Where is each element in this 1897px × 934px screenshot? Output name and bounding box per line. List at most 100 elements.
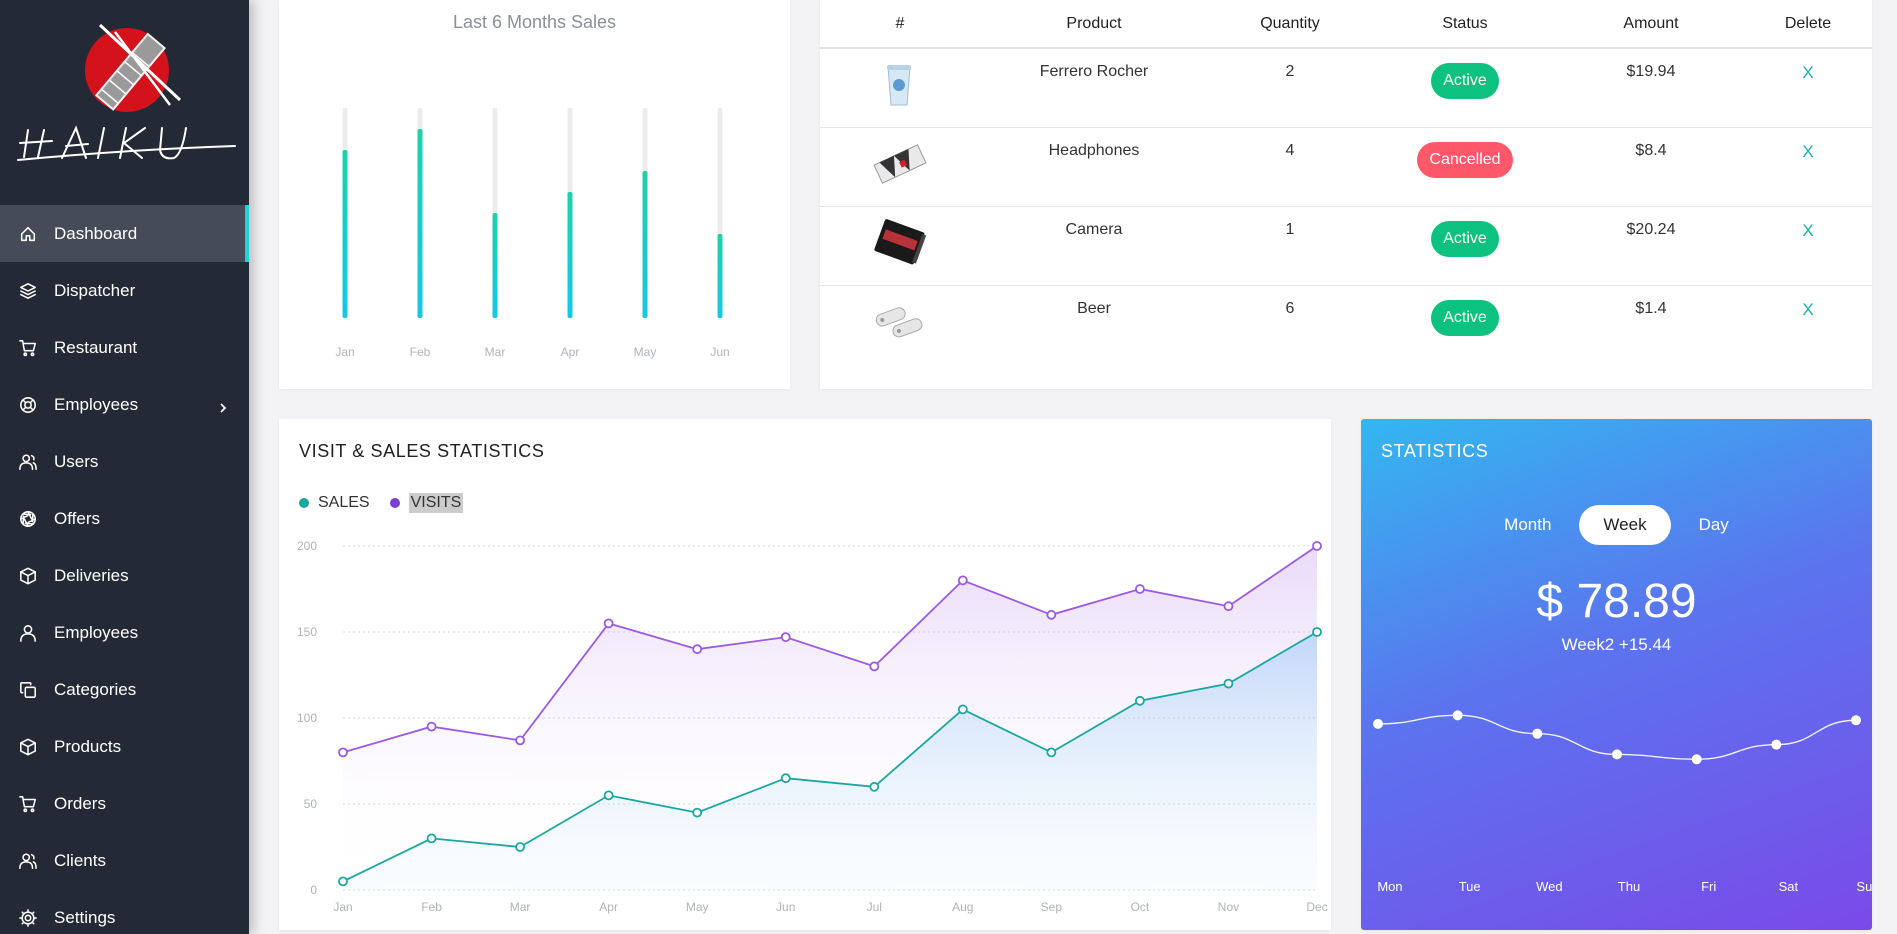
point-sales[interactable]	[515, 842, 525, 852]
cell-thumbnail	[820, 48, 980, 128]
sidebar-item-label: Employees	[54, 622, 139, 642]
status-badge: Active	[1431, 63, 1499, 99]
point-sales[interactable]	[426, 833, 437, 844]
haiku-logo[interactable]	[0, 0, 249, 205]
sidebar-item-restaurant[interactable]: Restaurant	[0, 319, 249, 376]
cell-product: Ferrero Rocher	[980, 48, 1208, 128]
statistics-point[interactable]	[1691, 754, 1702, 765]
layers-icon	[18, 281, 38, 301]
visits-card: VISIT & SALES STATISTICS SALES VISITS 05…	[279, 419, 1331, 930]
point-sales[interactable]	[780, 773, 791, 784]
aperture-icon	[18, 509, 38, 529]
point-visits[interactable]	[692, 644, 703, 655]
point-visits[interactable]	[869, 661, 880, 672]
cell-delete: X	[1744, 206, 1872, 286]
statistics-point[interactable]	[1452, 710, 1463, 721]
bar[interactable]	[642, 171, 648, 318]
sales-bar-chart: Jan Feb Mar Apr May Jun	[335, 108, 730, 359]
cell-status: Active	[1372, 206, 1558, 286]
point-visits[interactable]	[780, 632, 791, 643]
point-sales[interactable]	[1046, 747, 1057, 758]
point-sales[interactable]	[957, 704, 968, 715]
delete-button[interactable]: X	[1802, 142, 1813, 161]
delete-button[interactable]: X	[1802, 300, 1813, 319]
statistics-point[interactable]	[1373, 718, 1383, 729]
point-visits[interactable]	[957, 575, 968, 586]
sidebar-item-products[interactable]: Products	[0, 718, 249, 775]
x-tick-label: Aug	[952, 900, 973, 914]
gear-icon	[18, 908, 38, 928]
cell-amount: $1.4	[1635, 299, 1667, 317]
x-tick-label: Dec	[1306, 900, 1327, 914]
user-icon	[18, 623, 38, 643]
point-sales[interactable]	[603, 790, 614, 801]
point-visits[interactable]	[1312, 541, 1322, 551]
x-tick-label: May	[634, 345, 657, 359]
users-icon	[18, 452, 38, 472]
delete-button[interactable]: X	[1802, 221, 1813, 240]
cell-thumbnail	[820, 285, 980, 364]
x-tick-label: Sep	[1041, 900, 1063, 914]
statistics-point[interactable]	[1851, 715, 1861, 726]
x-tick-label: Nov	[1218, 900, 1239, 914]
bar[interactable]	[417, 129, 423, 318]
x-tick-label: Thu	[1618, 879, 1640, 894]
copy-icon	[18, 680, 38, 700]
point-visits[interactable]	[338, 747, 348, 758]
point-visits[interactable]	[1135, 584, 1145, 594]
status-badge: Active	[1431, 299, 1499, 336]
box-icon	[18, 737, 38, 757]
chevron-right-icon[interactable]	[217, 399, 229, 413]
bar[interactable]	[492, 213, 498, 318]
sidebar-item-dispatcher[interactable]: Dispatcher	[0, 262, 249, 319]
x-tick-label: May	[686, 900, 709, 914]
status-badge: Cancelled	[1417, 141, 1513, 178]
bar[interactable]	[567, 192, 573, 318]
sales-card: Last 6 Months Sales Jan Feb Mar Apr May Jun	[279, 0, 790, 389]
statistics-point[interactable]	[1612, 749, 1622, 760]
sidebar-item-settings[interactable]: Settings	[0, 889, 249, 934]
point-visits[interactable]	[1046, 609, 1057, 620]
x-tick-label: Mar	[485, 345, 506, 359]
delete-button[interactable]: X	[1802, 63, 1813, 82]
x-tick-label: Sat	[1779, 879, 1799, 894]
sidebar-item-employees[interactable]: Employees	[0, 604, 249, 661]
x-tick-label: Apr	[561, 345, 580, 359]
cell-amount: $20.24	[1558, 206, 1744, 286]
point-visits[interactable]	[515, 735, 525, 746]
col-header-quantity: Quantity	[1208, 0, 1372, 49]
cell-status: Active	[1372, 285, 1558, 364]
sidebar-item-categories[interactable]: Categories	[0, 661, 249, 718]
point-sales[interactable]	[338, 876, 348, 887]
sidebar-item-clients[interactable]: Clients	[0, 832, 249, 889]
bar[interactable]	[717, 234, 723, 318]
sidebar-nav: Dashboard Dispatcher Restaurant Employees Us…	[0, 205, 249, 934]
point-visits[interactable]	[1223, 601, 1234, 612]
point-visits[interactable]	[426, 721, 437, 732]
box-icon	[18, 566, 38, 586]
point-visits[interactable]	[603, 618, 614, 629]
col-header-status: Status	[1372, 0, 1558, 49]
statistics-point[interactable]	[1771, 739, 1782, 750]
bar[interactable]	[342, 150, 348, 318]
point-sales[interactable]	[692, 807, 703, 818]
sidebar-item-dashboard[interactable]: Dashboard	[0, 205, 249, 262]
sidebar-item-offers[interactable]: Offers	[0, 490, 249, 547]
sidebar-item-label: Categories	[54, 679, 137, 699]
statistics-point[interactable]	[1532, 728, 1543, 739]
sidebar-item-employees[interactable]: Employees	[0, 376, 249, 433]
point-sales[interactable]	[1223, 678, 1234, 689]
sidebar-item-users[interactable]: Users	[0, 433, 249, 490]
x-tick-label: Oct	[1131, 900, 1150, 914]
notebook-image	[870, 218, 930, 267]
cell-amount: $8.4	[1558, 127, 1744, 207]
sidebar-item-label: Deliveries	[54, 565, 129, 585]
sidebar-item-label: Products	[54, 736, 122, 756]
point-sales[interactable]	[869, 781, 880, 792]
y-tick-label: 100	[297, 711, 317, 725]
point-sales[interactable]	[1135, 695, 1145, 706]
sidebar-item-deliveries[interactable]: Deliveries	[0, 547, 249, 604]
sidebar-item-orders[interactable]: Orders	[0, 775, 249, 832]
point-sales[interactable]	[1312, 627, 1322, 637]
sidebar-item-label: Offers	[54, 508, 100, 528]
